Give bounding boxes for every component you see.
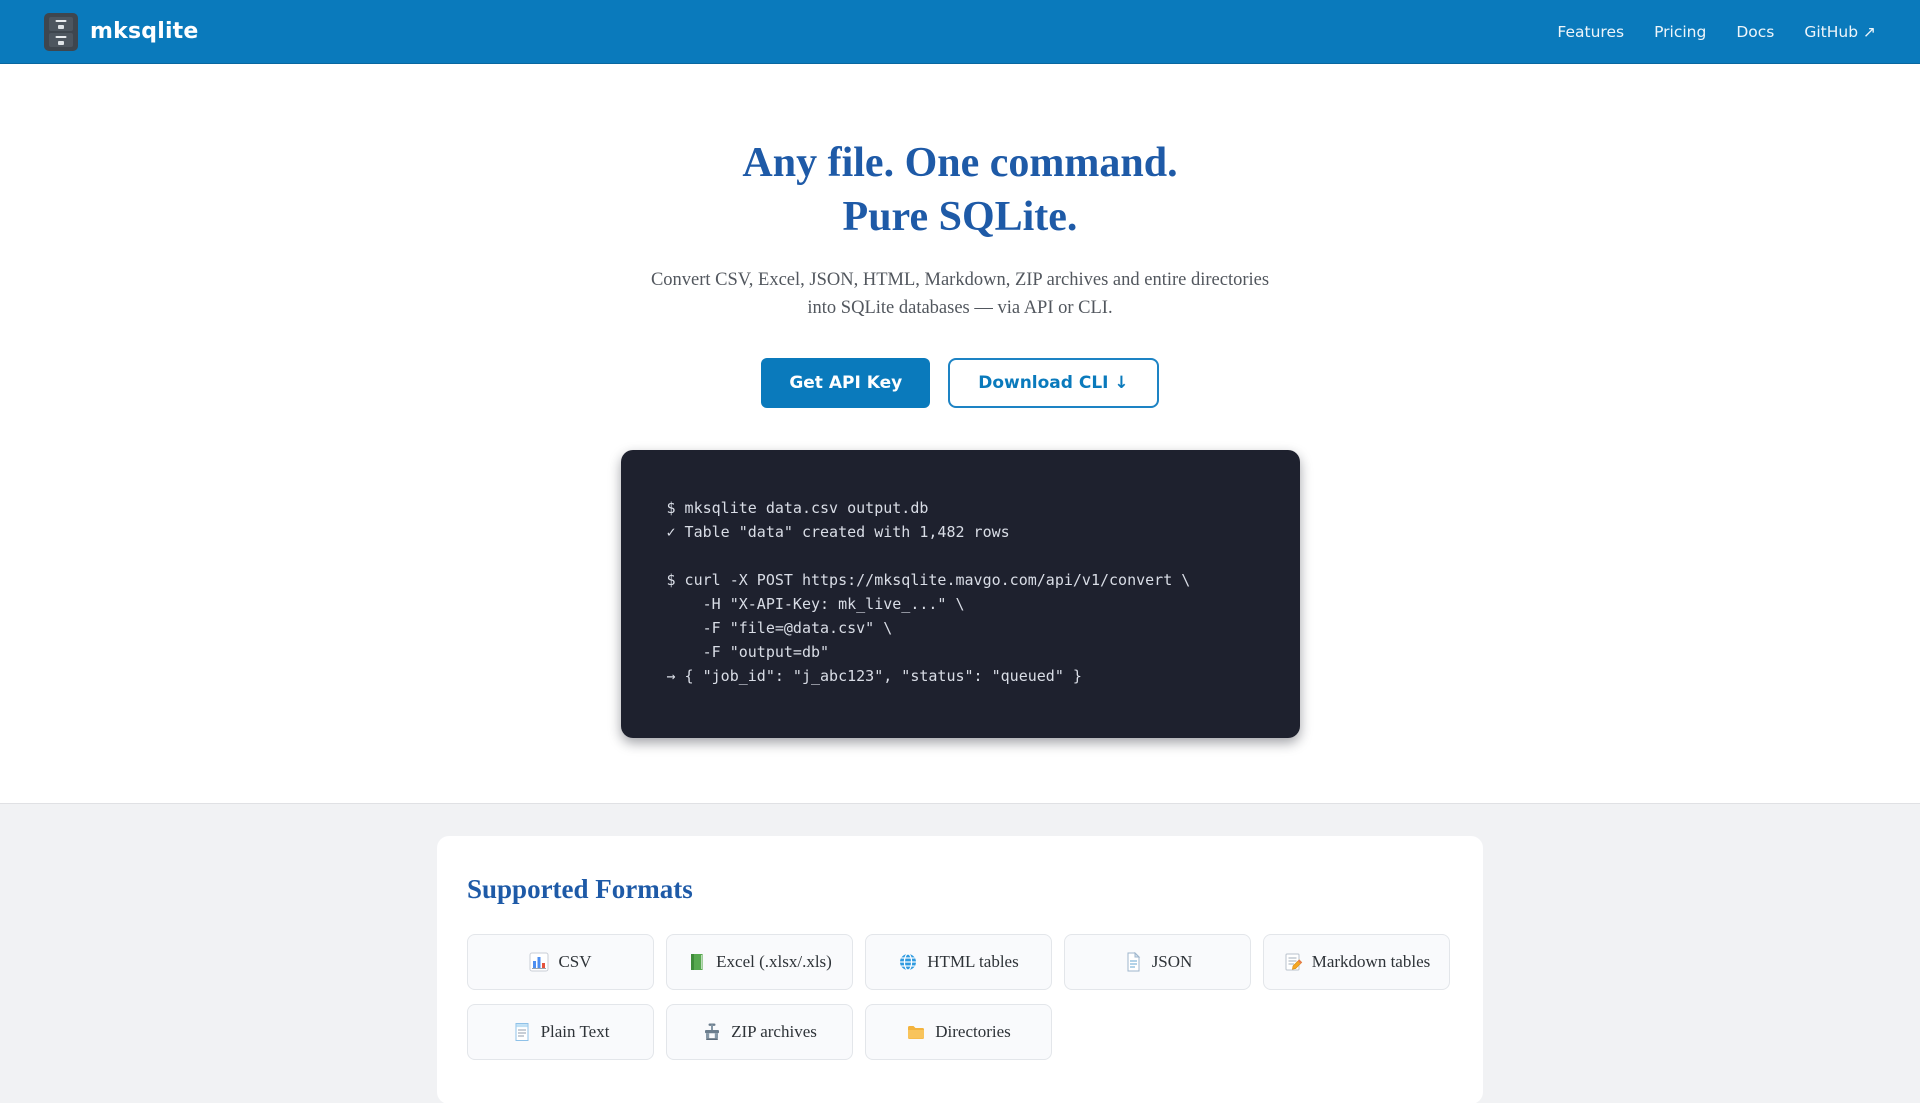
file-cabinet-icon: [44, 12, 78, 51]
cta-row: Get API Key Download CLI ↓: [0, 358, 1920, 408]
hero-subtitle-line1: Convert CSV, Excel, JSON, HTML, Markdown…: [650, 270, 1270, 290]
get-api-key-button[interactable]: Get API Key: [761, 358, 931, 408]
page-icon: [1123, 952, 1143, 972]
format-card-excel-xlsx-xls: Excel (.xlsx/.xls): [666, 934, 853, 990]
nav-link-github[interactable]: GitHub ↗: [1804, 23, 1876, 41]
format-label: JSON: [1151, 952, 1193, 971]
format-card-markdown-tables: Markdown tables: [1263, 934, 1450, 990]
brand-name: mksqlite: [90, 19, 199, 44]
formats-grid: CSV Excel (.xlsx/.xls) HTML tables JSON Mark…: [467, 934, 1453, 1060]
format-card-zip-archives: ZIP archives: [666, 1004, 853, 1060]
format-label: Excel (.xlsx/.xls): [716, 952, 832, 971]
terminal-line: → { "job_id": "j_abc123", "status": "que…: [666, 667, 1082, 685]
format-label: HTML tables: [927, 952, 1019, 971]
format-card-plain-text: Plain Text: [467, 1004, 654, 1060]
nav-link-docs[interactable]: Docs: [1736, 23, 1774, 41]
format-label: CSV: [558, 952, 592, 971]
terminal-demo: $ mksqlite data.csv output.db ✓ Table "da…: [620, 450, 1300, 738]
terminal-line: ✓ Table "data" created with 1,482 rows: [666, 523, 1010, 541]
format-card-directories: Directories: [865, 1004, 1052, 1060]
terminal-line: -H "X-API-Key: mk_live_..." \: [666, 595, 965, 613]
page-lines-icon: [512, 1022, 532, 1042]
formats-heading: Supported Formats: [467, 874, 693, 904]
format-card-json: JSON: [1064, 934, 1251, 990]
green-book-icon: [687, 952, 707, 972]
format-label: Plain Text: [540, 1022, 610, 1041]
hero-subtitle-line2: into SQLite databases — via API or CLI.: [807, 298, 1113, 318]
formats-card: Supported Formats CSV Excel (.xlsx/.xls) H…: [437, 836, 1483, 1104]
nav-link-pricing[interactable]: Pricing: [1654, 23, 1706, 41]
terminal-line: $ curl -X POST https://mksqlite.mavgo.co…: [666, 571, 1191, 589]
hero-title: Any file. One command. Pure SQLite.: [0, 136, 1920, 244]
hero-subtitle: Convert CSV, Excel, JSON, HTML, Markdown…: [0, 266, 1920, 322]
globe-icon: [898, 952, 918, 972]
format-label: Markdown tables: [1311, 952, 1431, 971]
format-label: Directories: [935, 1022, 1011, 1041]
folder-icon: [906, 1022, 926, 1042]
nav-links: Features Pricing Docs GitHub ↗: [1557, 23, 1876, 41]
clamp-icon: [702, 1022, 722, 1042]
format-card-csv: CSV: [467, 934, 654, 990]
format-label: ZIP archives: [731, 1022, 817, 1041]
hero-title-line1: Any file. One command.: [742, 140, 1178, 186]
terminal-line: -F "output=db": [666, 643, 830, 661]
download-cli-button[interactable]: Download CLI ↓: [948, 358, 1159, 408]
memo-pencil-icon: [1283, 952, 1303, 972]
formats-section: Supported Formats CSV Excel (.xlsx/.xls) H…: [0, 803, 1920, 1104]
terminal-line: -F "file=@data.csv" \: [666, 619, 893, 637]
terminal-line: $ mksqlite data.csv output.db: [666, 499, 929, 517]
navbar: mksqlite Features Pricing Docs GitHub ↗: [0, 0, 1920, 64]
hero-title-line2: Pure SQLite.: [842, 194, 1078, 240]
brand-home-link[interactable]: mksqlite: [44, 12, 199, 51]
hero-section: Any file. One command. Pure SQLite. Conv…: [0, 64, 1920, 738]
nav-link-features[interactable]: Features: [1557, 23, 1624, 41]
format-card-html-tables: HTML tables: [865, 934, 1052, 990]
bar-chart-icon: [529, 952, 549, 972]
